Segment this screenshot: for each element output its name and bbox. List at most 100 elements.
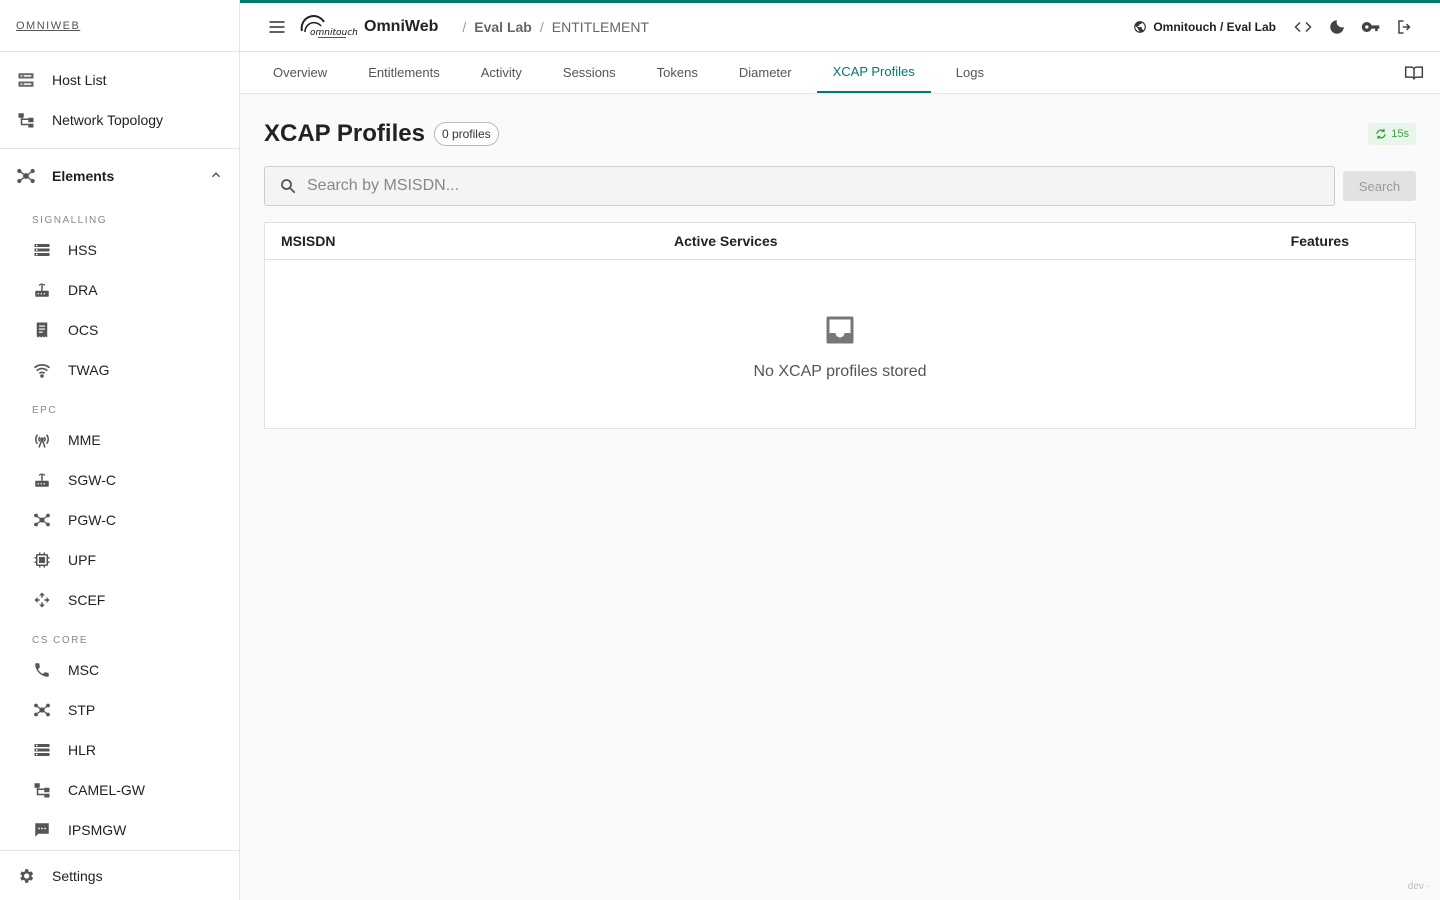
sidebar-item-upf[interactable]: UPF — [0, 540, 239, 580]
elements-group-toggle[interactable]: Elements — [0, 152, 239, 200]
svg-text:omnitouch: omnitouch — [310, 28, 358, 38]
message-icon — [32, 820, 52, 840]
top-bar-actions: Omnitouch / Eval Lab — [1133, 12, 1440, 42]
column-header-active-services[interactable]: Active Services — [674, 233, 778, 249]
page-header: XCAP Profiles 0 profiles 15s — [264, 120, 1416, 148]
sidebar-item-label: CAMEL-GW — [68, 782, 145, 798]
sidebar-item-label: TWAG — [68, 362, 110, 378]
empty-state: No XCAP profiles stored — [265, 260, 1415, 428]
breadcrumb-item[interactable]: Eval Lab — [474, 19, 532, 35]
menu-icon[interactable] — [264, 14, 290, 40]
wifi-icon — [32, 360, 52, 380]
search-button[interactable]: Search — [1343, 171, 1416, 201]
sidebar: OMNIWEB Host List Network Topology Eleme… — [0, 0, 240, 900]
tab-logs[interactable]: Logs — [940, 52, 1000, 93]
brand-link[interactable]: OMNIWEB — [16, 20, 80, 32]
sidebar-item-label: MSC — [68, 662, 100, 678]
sidebar-item-label: OCS — [68, 322, 99, 338]
sidebar-item-host-list[interactable]: Host List — [0, 60, 239, 100]
server-list-icon — [16, 70, 36, 90]
tab-activity[interactable]: Activity — [465, 52, 538, 93]
sidebar-item-ocs[interactable]: OCS — [0, 310, 239, 350]
sidebar-item-label: IPSMGW — [68, 822, 127, 838]
tab-entitlements[interactable]: Entitlements — [352, 52, 456, 93]
refresh-interval: 15s — [1391, 128, 1409, 140]
chevron-up-icon — [209, 168, 223, 185]
column-header-msisdn[interactable]: MSISDN — [281, 233, 335, 249]
sidebar-item-label: PGW-C — [68, 512, 116, 528]
empty-state-text: No XCAP profiles stored — [753, 363, 927, 380]
topology-icon — [32, 780, 52, 800]
hub-icon — [32, 700, 52, 720]
sidebar-item-settings[interactable]: Settings — [0, 850, 239, 900]
app-name: OmniWeb — [364, 18, 439, 35]
sidebar-item-pgw-c[interactable]: PGW-C — [0, 500, 239, 540]
sidebar-elements-list[interactable]: Elements SIGNALLING HSS DRA OCS TWAG EPC… — [0, 150, 239, 850]
search-field[interactable] — [264, 166, 1335, 206]
tenant-selector[interactable]: Omnitouch / Eval Lab — [1133, 20, 1276, 34]
sidebar-brand: OMNIWEB — [0, 0, 239, 52]
sidebar-item-camel-gw[interactable]: CAMEL-GW — [0, 770, 239, 810]
xcap-profiles-table: MSISDN Active Services Features No XCAP … — [264, 222, 1416, 429]
billing-icon — [32, 320, 52, 340]
tab-sessions[interactable]: Sessions — [547, 52, 632, 93]
sidebar-item-label: HSS — [68, 242, 97, 258]
tab-overview[interactable]: Overview — [257, 52, 343, 93]
breadcrumb-separator: / — [462, 19, 467, 35]
table-header: MSISDN Active Services Features — [265, 223, 1415, 260]
sidebar-item-label: MME — [68, 432, 101, 448]
sidebar-item-sgw-c[interactable]: SGW-C — [0, 460, 239, 500]
sidebar-item-label: HLR — [68, 742, 97, 758]
sidebar-item-label: DRA — [68, 282, 98, 298]
globe-icon — [1133, 20, 1147, 34]
main-content: XCAP Profiles 0 profiles 15s Search MSIS… — [264, 94, 1416, 429]
omnitouch-logo: omnitouch — [300, 13, 358, 41]
sidebar-item-network-topology[interactable]: Network Topology — [0, 100, 239, 140]
search-input[interactable] — [307, 177, 1334, 195]
tab-bar: Overview Entitlements Activity Sessions … — [240, 52, 1440, 94]
auto-refresh-badge[interactable]: 15s — [1368, 123, 1416, 145]
refresh-icon — [1375, 128, 1387, 140]
sidebar-item-hss[interactable]: HSS — [0, 230, 239, 270]
router-icon — [32, 280, 52, 300]
settings-label: Settings — [52, 867, 103, 884]
column-header-features[interactable]: Features — [1291, 233, 1349, 249]
code-icon[interactable] — [1288, 12, 1318, 42]
section-label-cs-core: CS CORE — [32, 635, 89, 646]
page-title: XCAP Profiles — [264, 120, 425, 147]
tab-diameter[interactable]: Diameter — [723, 52, 808, 93]
sidebar-item-twag[interactable]: TWAG — [0, 350, 239, 390]
sidebar-item-scef[interactable]: SCEF — [0, 580, 239, 620]
top-bar: omnitouch OmniWeb / Eval Lab / ENTITLEME… — [240, 0, 1440, 52]
hub-icon — [32, 510, 52, 530]
tab-xcap-profiles[interactable]: XCAP Profiles — [816, 52, 931, 93]
environment-tag: dev · — [1407, 881, 1430, 892]
tenant-label: Omnitouch / Eval Lab — [1153, 20, 1276, 34]
sidebar-item-label: UPF — [68, 552, 96, 568]
sidebar-item-mme[interactable]: MME — [0, 420, 239, 460]
breadcrumb-separator: / — [539, 19, 544, 35]
key-icon[interactable] — [1356, 12, 1386, 42]
search-row: Search — [264, 166, 1416, 206]
storage-icon — [32, 240, 52, 260]
sidebar-item-stp[interactable]: STP — [0, 690, 239, 730]
antenna-icon — [32, 430, 52, 450]
sidebar-item-msc[interactable]: MSC — [0, 650, 239, 690]
logout-icon[interactable] — [1390, 12, 1420, 42]
sidebar-item-dra[interactable]: DRA — [0, 270, 239, 310]
sidebar-item-label: STP — [68, 702, 96, 718]
phone-icon — [32, 660, 52, 680]
gear-icon — [16, 866, 36, 886]
router-icon — [32, 470, 52, 490]
profile-count-badge: 0 profiles — [433, 122, 499, 146]
docs-book-icon[interactable] — [1404, 52, 1440, 93]
elements-label: Elements — [52, 168, 115, 184]
sidebar-item-ipsmgw[interactable]: IPSMGW — [0, 810, 239, 850]
section-label-signalling: SIGNALLING — [32, 215, 108, 226]
sidebar-item-hlr[interactable]: HLR — [0, 730, 239, 770]
sidebar-item-label: SCEF — [68, 592, 106, 608]
move-icon — [32, 590, 52, 610]
dark-mode-icon[interactable] — [1322, 12, 1352, 42]
chip-icon — [32, 550, 52, 570]
tab-tokens[interactable]: Tokens — [641, 52, 714, 93]
